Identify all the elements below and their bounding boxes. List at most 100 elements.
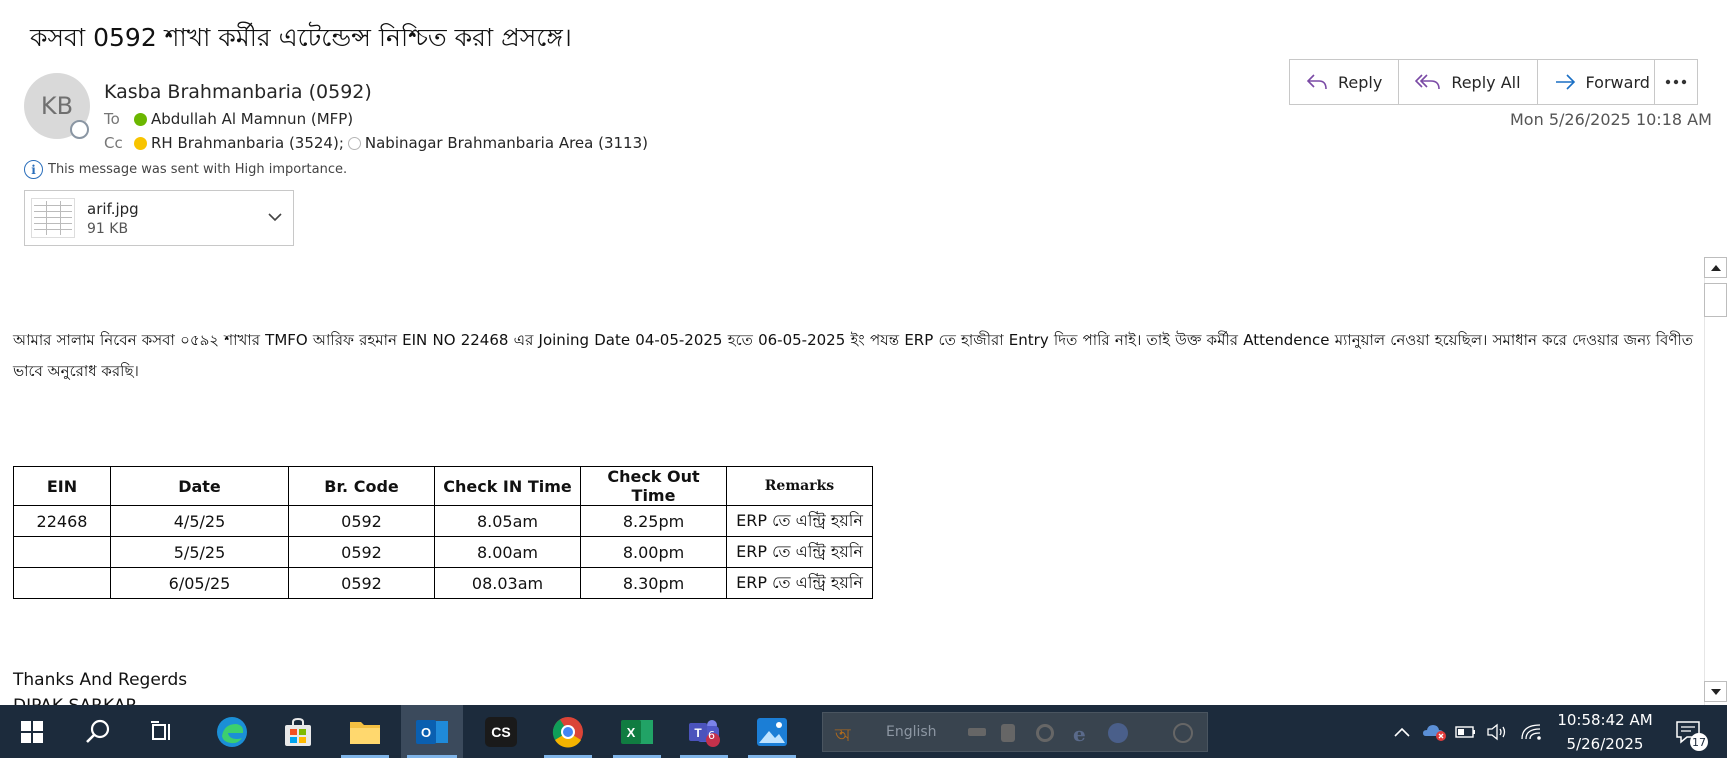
outlook-icon: O bbox=[416, 719, 448, 744]
notification-center-button[interactable]: 17 bbox=[1668, 705, 1708, 758]
reply-icon bbox=[1306, 74, 1327, 90]
presence-status-icon bbox=[70, 120, 89, 139]
wifi-icon bbox=[1521, 723, 1541, 740]
info-icon: i bbox=[24, 160, 43, 179]
language-bar[interactable]: অ English e bbox=[822, 712, 1208, 752]
cell: ERP তে এন্ট্রি হয়নি bbox=[726, 567, 873, 599]
importance-notice: i This message was sent with High import… bbox=[24, 160, 347, 179]
attendance-table: EIN Date Br. Code Check IN Time Check Ou… bbox=[13, 466, 873, 599]
cell: 5/5/25 bbox=[110, 536, 289, 568]
taskbar-store[interactable] bbox=[273, 705, 323, 758]
search-button[interactable] bbox=[76, 705, 120, 758]
cell: 8.05am bbox=[434, 505, 581, 537]
settings-icon[interactable] bbox=[1036, 724, 1054, 742]
more-icon bbox=[1665, 79, 1687, 85]
cell: ERP তে এন্ট্রি হয়নি bbox=[726, 536, 873, 568]
keyboard-icon[interactable] bbox=[968, 728, 986, 736]
scroll-up-button[interactable] bbox=[1704, 257, 1727, 278]
help-icon[interactable] bbox=[1108, 723, 1128, 743]
battery-button[interactable] bbox=[1454, 705, 1478, 758]
attachment-card[interactable]: arif.jpg 91 KB bbox=[24, 190, 294, 246]
message-body: আমার সালাম নিবেন কসবা ০৫৯২ শাখার TMFO আর… bbox=[13, 331, 1693, 380]
sent-timestamp: Mon 5/26/2025 10:18 AM bbox=[1510, 110, 1712, 129]
header-date: Date bbox=[110, 466, 289, 506]
folder-icon bbox=[350, 721, 380, 744]
cell: 8.00am bbox=[434, 536, 581, 568]
sender-name[interactable]: Kasba Brahmanbaria (0592) bbox=[104, 81, 372, 103]
volume-button[interactable] bbox=[1486, 705, 1510, 758]
arrow-up-icon bbox=[1710, 264, 1721, 271]
taskbar-outlook[interactable]: O bbox=[401, 705, 463, 758]
reply-all-label: Reply All bbox=[1451, 72, 1521, 92]
cc-recipient-2[interactable]: Nabinagar Brahmanbaria Area (3113) bbox=[365, 134, 648, 152]
reply-all-icon bbox=[1415, 74, 1441, 90]
network-button[interactable] bbox=[1518, 705, 1544, 758]
taskbar-clock[interactable]: 10:58:42 AM 5/26/2025 bbox=[1550, 705, 1660, 758]
header-check-out: Check Out Time bbox=[580, 466, 727, 506]
attachment-size: 91 KB bbox=[87, 220, 129, 237]
language-label: English bbox=[886, 724, 937, 740]
cell: 8.30pm bbox=[580, 567, 727, 599]
edge-icon bbox=[217, 716, 247, 747]
onedrive-error-button[interactable] bbox=[1420, 705, 1450, 758]
svg-text:CS: CS bbox=[491, 724, 510, 740]
reply-label: Reply bbox=[1338, 72, 1383, 92]
email-subject: কসবা 0592 শাখা কর্মীর এটেন্ডেন্স নিশ্চিত… bbox=[30, 23, 572, 52]
reply-all-button[interactable]: Reply All bbox=[1399, 60, 1538, 104]
cc-recipient-1[interactable]: RH Brahmanbaria (3524); bbox=[151, 134, 344, 152]
to-label: To bbox=[104, 110, 120, 128]
teams-badge: 6 bbox=[708, 729, 715, 742]
forward-button[interactable]: Forward bbox=[1538, 60, 1666, 104]
scroll-down-button[interactable] bbox=[1704, 681, 1727, 702]
chrome-icon bbox=[552, 716, 583, 748]
battery-icon bbox=[1455, 725, 1475, 738]
taskbar-cs-app[interactable]: CS bbox=[476, 705, 526, 758]
table-row: 22468 4/5/25 0592 8.05am 8.25pm ERP তে এ… bbox=[13, 505, 873, 537]
clock-time: 10:58:42 AM bbox=[1557, 710, 1653, 729]
table-row: 5/5/25 0592 8.00am 8.00pm ERP তে এন্ট্রি… bbox=[13, 536, 873, 568]
cell: 8.25pm bbox=[580, 505, 727, 537]
clock-date: 5/26/2025 bbox=[1566, 734, 1644, 753]
start-button[interactable] bbox=[12, 705, 52, 758]
table-header-row: EIN Date Br. Code Check IN Time Check Ou… bbox=[13, 466, 873, 506]
vertical-scrollbar[interactable] bbox=[1704, 257, 1727, 705]
reply-button[interactable]: Reply bbox=[1290, 60, 1400, 104]
onedrive-error-icon bbox=[1423, 724, 1446, 741]
cell: ERP তে এন্ট্রি হয়নি bbox=[726, 505, 873, 537]
scrollbar-thumb[interactable] bbox=[1704, 283, 1727, 317]
notification-count: 17 bbox=[1690, 733, 1708, 751]
signer-name: DIPAK SARKAR bbox=[13, 696, 137, 705]
header-ein: EIN bbox=[13, 466, 111, 506]
chevron-up-icon bbox=[1394, 727, 1410, 737]
svg-text:T: T bbox=[694, 726, 702, 740]
cell bbox=[13, 567, 111, 599]
cell: 6/05/25 bbox=[110, 567, 289, 599]
cc-label: Cc bbox=[104, 134, 123, 152]
taskbar-photos[interactable] bbox=[744, 705, 800, 758]
info-circle-icon[interactable] bbox=[1173, 723, 1193, 743]
cs-app-icon: CS bbox=[485, 716, 517, 747]
forward-icon bbox=[1555, 74, 1575, 90]
svg-text:O: O bbox=[421, 725, 431, 740]
windows-taskbar: O CS X T 6 অ English e 10:58:42 AM 5/26/… bbox=[0, 705, 1727, 758]
table-row: 6/05/25 0592 08.03am 8.30pm ERP তে এন্ট্… bbox=[13, 567, 873, 599]
more-actions-button[interactable] bbox=[1654, 59, 1698, 105]
to-recipient[interactable]: Abdullah Al Mamnun (MFP) bbox=[151, 110, 353, 128]
chevron-down-icon[interactable] bbox=[265, 207, 285, 227]
header-br-code: Br. Code bbox=[288, 466, 435, 506]
teams-icon: T bbox=[689, 719, 720, 747]
taskbar-edge[interactable] bbox=[207, 705, 257, 758]
presence-available-icon bbox=[134, 112, 147, 126]
taskbar-teams[interactable]: T 6 bbox=[676, 705, 732, 758]
forward-label: Forward bbox=[1585, 72, 1650, 92]
taskbar-chrome[interactable] bbox=[540, 705, 596, 758]
cell: 22468 bbox=[13, 505, 111, 537]
taskbar-file-explorer[interactable] bbox=[337, 705, 393, 758]
chess-icon[interactable] bbox=[1001, 724, 1015, 742]
taskbar-excel[interactable]: X bbox=[609, 705, 665, 758]
task-view-button[interactable] bbox=[140, 705, 184, 758]
ie-icon[interactable]: e bbox=[1073, 722, 1086, 746]
attachment-name: arif.jpg bbox=[87, 199, 139, 218]
speaker-icon bbox=[1487, 723, 1506, 740]
show-hidden-icons-button[interactable] bbox=[1390, 705, 1414, 758]
